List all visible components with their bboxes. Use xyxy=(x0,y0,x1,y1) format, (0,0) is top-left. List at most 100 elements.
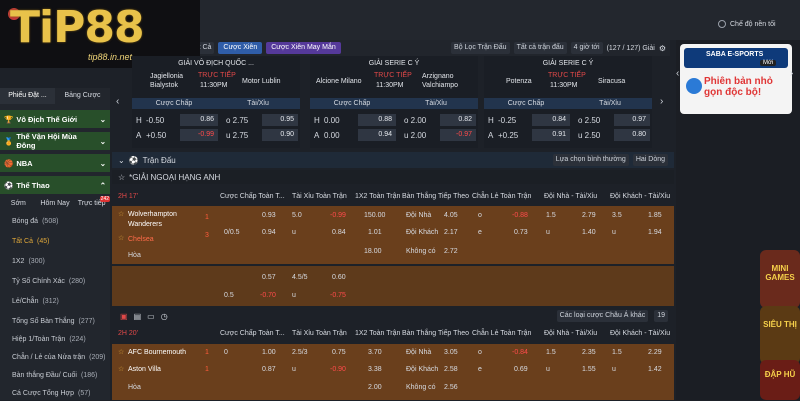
tab-cuoc-xien[interactable]: Cược Xiên xyxy=(218,42,263,54)
featured-card-2[interactable]: GIẢI SERIE C Ý Alcione Milano TRỰC TIẾP … xyxy=(310,56,478,148)
odds-button[interactable]: -0.99 xyxy=(330,212,346,219)
settings-icon[interactable]: ⚙ xyxy=(659,44,666,53)
star-icon[interactable]: ☆ xyxy=(118,173,125,182)
odds-button[interactable]: 2.29 xyxy=(648,349,662,356)
odds-button[interactable]: 150.00 xyxy=(364,212,385,219)
banner-next-icon[interactable]: › xyxy=(790,68,793,79)
odds-button[interactable]: -0.84 xyxy=(512,349,528,356)
odds-button[interactable]: 2.56 xyxy=(444,384,458,391)
featured-card-1[interactable]: GIẢI VÔ ĐỊCH QUỐC ... Jagiellonia Bialys… xyxy=(132,56,300,148)
featured-card-3[interactable]: GIẢI SERIE C Ý Potenza TRỰC TIẾP 11:30PM… xyxy=(484,56,652,148)
sidebar-item-tong-hop[interactable]: Cá Cược Tổng Hợp (57) xyxy=(0,386,110,401)
chevron-down-icon[interactable]: ⌄ xyxy=(118,156,125,165)
filter-all-select[interactable]: Tất cả trận đấu xyxy=(513,42,567,54)
odds-button[interactable]: 0.91 xyxy=(532,129,570,141)
carousel-next-icon[interactable]: › xyxy=(660,96,663,107)
odds-button[interactable]: 1.01 xyxy=(368,229,382,236)
odds-button[interactable]: 0.90 xyxy=(262,129,298,141)
odds-button[interactable]: 0.93 xyxy=(262,212,276,219)
tab-bang-cuoc[interactable]: Bảng Cược xyxy=(55,88,110,104)
odds-button[interactable]: 0.82 xyxy=(440,114,476,126)
odds-button[interactable]: 0.94 xyxy=(262,229,276,236)
carousel-prev-icon[interactable]: ‹ xyxy=(116,96,119,107)
tab-phieu-dat[interactable]: Phiếu Đặt ... xyxy=(0,88,55,104)
sieu-thi-button[interactable]: SIÊU THỊ xyxy=(760,306,800,364)
more-count-select[interactable]: 19 xyxy=(654,310,668,322)
dark-mode-toggle[interactable]: Chế độ nền tối xyxy=(718,20,776,28)
tv-icon[interactable]: ▭ xyxy=(147,312,155,321)
odds-button[interactable]: 3.38 xyxy=(368,366,382,373)
sidebar-cat-nba[interactable]: 🏀 NBA ⌄ xyxy=(0,154,110,172)
odds-button[interactable]: 0.95 xyxy=(262,114,298,126)
dap-hu-button[interactable]: ĐẬP HŨ xyxy=(760,360,800,400)
star-icon[interactable]: ☆ xyxy=(118,365,124,373)
odds-button[interactable]: 0.87 xyxy=(262,366,276,373)
odds-button[interactable]: 2.00 xyxy=(368,384,382,391)
stats-icon[interactable]: ▣ xyxy=(120,312,128,321)
row-mode-select[interactable]: Hai Dòng xyxy=(632,154,668,166)
odds-button[interactable]: 0.86 xyxy=(180,114,218,126)
odds-button[interactable]: 3.05 xyxy=(444,349,458,356)
tab-truc-tiep[interactable]: Trực tiếp 242 xyxy=(73,195,111,207)
odds-button[interactable]: 0.69 xyxy=(514,366,528,373)
sidebar-item-le-chan[interactable]: Lẻ/Chẵn (312) xyxy=(0,294,110,309)
time-select[interactable]: 4 giờ tới xyxy=(570,42,603,54)
odds-button[interactable]: 1.00 xyxy=(262,349,276,356)
odds-button[interactable]: 1.55 xyxy=(582,366,596,373)
clock-icon[interactable]: ◷ xyxy=(161,312,168,321)
odds-button[interactable]: 0.84 xyxy=(532,114,570,126)
odds-button[interactable]: 2.17 xyxy=(444,229,458,236)
odds-button[interactable]: -0.99 xyxy=(180,129,218,141)
odds-button[interactable]: -0.70 xyxy=(260,292,276,299)
odds-button[interactable]: -0.90 xyxy=(330,366,346,373)
sidebar-item-1x2[interactable]: 1X2 (300) xyxy=(0,254,110,269)
odds-button[interactable]: -0.75 xyxy=(330,292,346,299)
odds-button[interactable]: 1.42 xyxy=(648,366,662,373)
tab-som[interactable]: Sớm xyxy=(0,200,37,207)
star-icon[interactable]: ☆ xyxy=(118,234,124,242)
odds-button[interactable]: 0.97 xyxy=(614,114,650,126)
league-header[interactable]: ☆ *GIẢI NGOẠI HẠNG ANH xyxy=(112,170,674,184)
odds-button[interactable]: 18.00 xyxy=(364,248,382,255)
sidebar-item-bong-da[interactable]: Bóng đá (508) xyxy=(0,214,110,229)
odds-button[interactable]: 1.40 xyxy=(582,229,596,236)
chart-icon[interactable]: ▤ xyxy=(134,312,142,321)
odds-button[interactable]: 2.35 xyxy=(582,349,596,356)
odds-button[interactable]: 0.73 xyxy=(514,229,528,236)
odds-button[interactable]: 4.05 xyxy=(444,212,458,219)
sidebar-cat-winter-olympics[interactable]: 🏅 Thế Vận Hội Mùa Đông ⌄ xyxy=(0,132,110,150)
odds-button[interactable]: 1.94 xyxy=(648,229,662,236)
odds-button[interactable]: 2.58 xyxy=(444,366,458,373)
sidebar-item-tong-so[interactable]: Tổng Số Bàn Thắng (277) xyxy=(0,314,110,329)
sidebar-item-hiep1[interactable]: Hiệp 1/Toàn Trận (224) xyxy=(0,332,110,347)
sidebar-item-tat-ca[interactable]: Tất Cả (45) xyxy=(0,234,110,249)
tab-cuoc-xien-may-man[interactable]: Cược Xiên May Mắn xyxy=(266,42,341,54)
tab-hom-nay[interactable]: Hôm Nay xyxy=(37,200,74,207)
odds-button[interactable]: 0.80 xyxy=(614,129,650,141)
filter-league-select[interactable]: Bộ Lọc Trận Đấu xyxy=(451,42,510,54)
sidebar-cat-sports[interactable]: ⚽ Thể Thao ⌃ xyxy=(0,176,110,194)
odds-button[interactable]: 0.75 xyxy=(332,349,346,356)
star-icon[interactable]: ☆ xyxy=(118,210,124,218)
asia-bet-select[interactable]: Các loại cược Châu Á khác xyxy=(556,310,649,322)
odds-button[interactable]: 0.60 xyxy=(332,274,346,281)
sidebar-cat-world-cup[interactable]: 🏆 Vô Địch Thế Giới ⌄ xyxy=(0,110,110,128)
mini-games-button[interactable]: MINI GAMES xyxy=(760,250,800,308)
odds-button[interactable]: 0.88 xyxy=(358,114,396,126)
odds-button[interactable]: 0.84 xyxy=(332,229,346,236)
odds-button[interactable]: 1.85 xyxy=(648,212,662,219)
star-icon[interactable]: ☆ xyxy=(118,348,124,356)
sidebar-item-chan-le[interactable]: Chẵn / Lẻ của Nửa trận (209) xyxy=(0,350,110,365)
banner-prev-icon[interactable]: ‹ xyxy=(676,68,679,79)
sidebar-item-ty-so[interactable]: Tỷ Số Chính Xác (280) xyxy=(0,274,110,289)
saba-banner[interactable]: SABA E-SPORTS Mới Phiên bản nhỏ gọn độc … xyxy=(680,44,792,114)
odds-button[interactable]: 0.94 xyxy=(358,129,396,141)
odds-button[interactable]: 3.70 xyxy=(368,349,382,356)
odds-button[interactable]: 2.72 xyxy=(444,248,458,255)
view-mode-select[interactable]: Lựa chọn bình thường xyxy=(552,154,629,166)
odds-button[interactable]: 0.57 xyxy=(262,274,276,281)
odds-button[interactable]: 2.79 xyxy=(582,212,596,219)
odds-button[interactable]: -0.97 xyxy=(440,129,476,141)
sidebar-item-ban-thang[interactable]: Bàn thắng Đầu/ Cuối (186) xyxy=(0,368,110,383)
odds-button[interactable]: -0.88 xyxy=(512,212,528,219)
